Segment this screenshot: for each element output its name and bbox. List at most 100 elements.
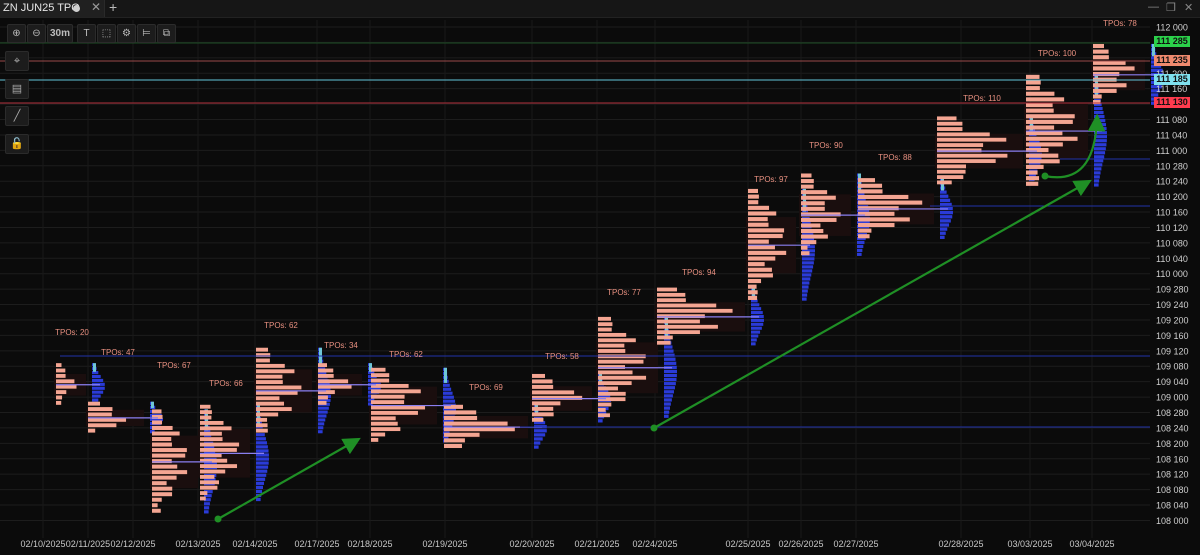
tpo-bar [1093, 83, 1127, 88]
tpo-chart[interactable]: TPOs: 20 TPOs: 47 TPOs: 67 TPOs: 66 TPOs: 62… [0, 0, 1200, 555]
tpo-bar [256, 380, 283, 385]
volume-bar [534, 437, 543, 441]
tpo-bar [1026, 108, 1054, 113]
tpo-count-label: TPOs: 69 [469, 383, 503, 392]
timeframe-button[interactable]: 30m [47, 24, 73, 43]
select-tool-icon[interactable]: ⬚ [97, 24, 116, 43]
tpo-bar [801, 245, 808, 250]
tpo-bar [801, 184, 814, 189]
tpo-tick [151, 401, 154, 409]
lock-icon[interactable]: 🔓 [5, 134, 29, 154]
tpo-bar [152, 508, 161, 513]
tpo-bar [1093, 94, 1102, 99]
tpo-bar [444, 443, 462, 449]
y-tick-label: 108 200 [1156, 439, 1189, 449]
volume-bar [802, 257, 815, 261]
tpo-bar [532, 379, 553, 384]
y-tick-label: 108 160 [1156, 454, 1189, 464]
volume-bar [751, 330, 761, 334]
tpo-bar [748, 290, 758, 295]
zoom-out-icon[interactable]: ⊖ [27, 24, 46, 43]
tpo-bar [858, 234, 870, 239]
tpo-bar [200, 415, 212, 420]
tpo-bar [748, 200, 759, 205]
tpo-bar [657, 340, 671, 345]
volume-bar [1094, 171, 1101, 175]
volume-bar [664, 410, 670, 414]
tpo-bar [598, 349, 626, 353]
crosshair-icon[interactable]: ⌖ [5, 51, 29, 71]
x-tick-label: 02/10/2025 [20, 539, 65, 549]
volume-bar [751, 334, 759, 338]
volume-bar [802, 281, 810, 285]
volume-bar [204, 506, 210, 510]
zoom-in-icon[interactable]: ⊕ [7, 24, 26, 43]
gear-icon[interactable]: ⚙ [117, 24, 136, 43]
tpo-bar [801, 234, 828, 239]
volume-bar [204, 510, 209, 514]
volume-bar [940, 231, 946, 235]
tpo-bar [152, 420, 163, 425]
volume-bar [1094, 151, 1106, 155]
tpo-bar [152, 459, 172, 464]
line-tool-icon[interactable]: ╱ [5, 106, 29, 126]
tpo-bar [318, 368, 334, 373]
tpo-bar [152, 453, 186, 458]
y-tick-label: 108 040 [1156, 501, 1189, 511]
volume-bar [256, 445, 268, 449]
tpo-bar [1093, 55, 1109, 60]
tpo-bar [318, 363, 327, 368]
tpo-count-label: TPOs: 20 [55, 328, 89, 337]
tpo-bar [937, 175, 964, 179]
volume-bar [534, 429, 547, 433]
tpo-bar [200, 426, 232, 431]
volume-bar [256, 433, 265, 437]
tpo-bar [748, 278, 762, 284]
tpo-bar [598, 316, 611, 321]
volume-bar [256, 489, 263, 494]
tpo-bar [858, 189, 883, 194]
tpo-count-label: TPOs: 78 [1103, 19, 1137, 28]
y-tick-label: 111 000 [1156, 146, 1187, 156]
tpo-bar [56, 363, 62, 368]
tpo-bar [256, 428, 268, 433]
volume-bar [256, 497, 261, 502]
volume-bar [1094, 159, 1104, 163]
volume-bar [802, 297, 807, 301]
volume-bar [256, 441, 267, 445]
y-tick-label: 109 080 [1156, 362, 1189, 372]
tpo-bar [748, 267, 772, 272]
tpo-bar [858, 178, 875, 183]
profile-tool-icon[interactable]: ⊨ [137, 24, 156, 43]
tpo-bar [532, 373, 545, 378]
tpo-bar [200, 442, 240, 447]
tpo-bar [1026, 181, 1039, 186]
tpo-bar [256, 363, 285, 368]
tpo-count-label: TPOs: 47 [101, 348, 135, 357]
tpo-bar [444, 410, 477, 415]
volume-bar [664, 414, 669, 418]
tpo-bar [937, 159, 996, 163]
tpo-bar [1026, 164, 1044, 169]
tpo-bar [748, 217, 768, 222]
tpo-bar [56, 390, 67, 395]
notes-icon[interactable]: ▤ [5, 79, 29, 99]
tpo-bar [937, 137, 1007, 142]
volume-bar [1094, 110, 1104, 115]
tpo-bar [748, 233, 783, 239]
volume-bar [92, 386, 105, 390]
volume-bar [318, 414, 327, 418]
x-tick-label: 02/21/2025 [574, 539, 619, 549]
tpo-bar [152, 409, 162, 414]
text-tool-icon[interactable]: T [77, 24, 96, 43]
x-tick-label: 02/26/2025 [778, 539, 823, 549]
tpo-bar [200, 480, 220, 485]
tpo-bar [1093, 88, 1117, 93]
tpo-bar [657, 335, 673, 340]
tpo-bar [256, 407, 292, 411]
y-tick-label: 109 000 [1156, 393, 1189, 403]
volume-bar [940, 235, 945, 239]
tpo-bar [152, 481, 167, 486]
copy-icon[interactable]: ⧉ [157, 24, 176, 43]
tpo-bar [200, 437, 223, 442]
